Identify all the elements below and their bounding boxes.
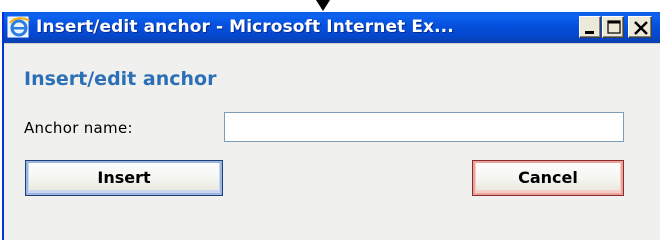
maximize-icon bbox=[607, 20, 621, 34]
anchor-name-label: Anchor name: bbox=[24, 119, 133, 137]
insert-button[interactable]: Insert bbox=[25, 160, 223, 196]
pointer-arrow-icon bbox=[316, 0, 330, 11]
dialog-heading: Insert/edit anchor bbox=[24, 68, 217, 90]
cancel-button[interactable]: Cancel bbox=[472, 160, 624, 196]
close-icon bbox=[634, 21, 648, 35]
anchor-name-input[interactable] bbox=[224, 112, 624, 142]
minimize-icon bbox=[585, 31, 594, 34]
close-button[interactable] bbox=[628, 16, 652, 38]
internet-explorer-icon bbox=[7, 15, 31, 39]
window-title: Insert/edit anchor - Microsoft Internet … bbox=[36, 17, 454, 37]
title-bar[interactable]: Insert/edit anchor - Microsoft Internet … bbox=[4, 12, 660, 43]
dialog-body: Insert/edit anchor Anchor name: Insert C… bbox=[4, 43, 660, 240]
dialog-window: Insert/edit anchor - Microsoft Internet … bbox=[2, 12, 660, 240]
minimize-button[interactable] bbox=[579, 16, 601, 38]
maximize-button[interactable] bbox=[602, 16, 624, 38]
